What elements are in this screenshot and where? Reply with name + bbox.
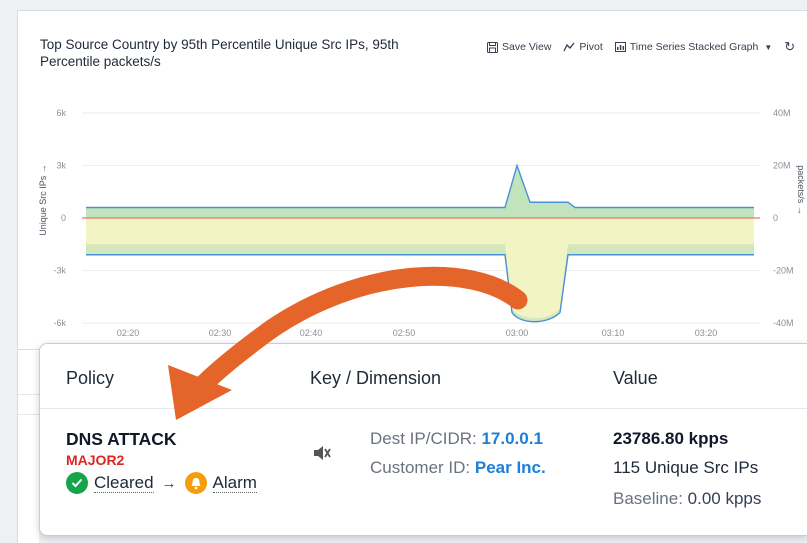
y-left-tick-label: 6k [56,108,66,118]
baseline-value: 0.00 kpps [687,489,762,508]
x-tick-label: 03:20 [695,328,718,338]
y-right-tick-label: 20M [773,161,791,171]
state-transition: Cleared → Alarm [66,472,257,494]
dest-ip-row: Dest IP/CIDR: 17.0.0.1 [370,429,543,449]
bar-chart-icon [614,42,626,52]
chart-toolbar: Save View Pivot Time Series Stacked Grap… [487,38,797,56]
x-tick-label: 02:50 [393,328,416,338]
y-left-tick-label: -6k [53,318,66,328]
chevron-down-icon: ▼ [764,42,773,52]
check-circle-icon [66,472,88,494]
y-right-axis-title: packets/s → [796,165,806,215]
baseline-label: Baseline: [613,489,688,508]
chart-type-dropdown[interactable]: Time Series Stacked Graph ▼ [614,41,773,53]
card-header-row: Policy Key / Dimension Value [40,344,807,409]
x-tick-label: 02:30 [209,328,232,338]
customer-id-link[interactable]: Pear Inc. [475,458,546,477]
policy-column-header: Policy [66,368,115,388]
y-left-tick-label: 3k [56,161,66,171]
y-right-tick-label: -40M [773,318,794,328]
save-view-button[interactable]: Save View [487,41,551,53]
x-tick-label: 02:20 [117,328,140,338]
save-icon [487,41,498,53]
value-column-header: Value [613,368,658,388]
key-dimension-column-header: Key / Dimension [310,368,442,388]
save-view-label: Save View [502,41,552,53]
lower-band-area [86,218,754,322]
alarm-state[interactable]: Alarm [212,473,257,493]
y-left-tick-label: 0 [61,213,66,223]
pivot-button[interactable]: Pivot [563,41,603,53]
y-left-axis-title: Unique Src IPs → [38,164,48,236]
y-right-tick-label: 0 [773,213,778,223]
chart-type-label: Time Series Stacked Graph [629,41,759,53]
severity-label: MAJOR2 [66,452,125,468]
x-tick-label: 03:10 [602,328,625,338]
chart-title: Top Source Country by 95th Percentile Un… [40,37,399,69]
y-right-tick-label: 40M [773,108,791,118]
customer-id-label: Customer ID: [370,458,475,477]
upper-series-line [86,163,754,209]
mute-icon[interactable] [312,443,332,468]
x-tick-label: 03:00 [506,328,529,338]
transition-arrow: → [161,474,177,492]
policy-name[interactable]: DNS ATTACK [66,429,177,450]
y-left-tick-label: -3k [53,266,66,276]
dest-ip-link[interactable]: 17.0.0.1 [481,429,542,448]
y-right-tick-label: -20M [773,266,794,276]
upper-band-area [86,165,754,218]
lower-series-line [86,254,754,323]
baseline-row: Baseline: 0.00 kpps [613,489,761,509]
refresh-icon[interactable]: ↻ [784,39,795,55]
pivot-label: Pivot [579,41,603,53]
background-table-edge [17,350,39,543]
bell-icon [184,472,207,494]
alert-detail-card: Policy Key / Dimension Value DNS ATTACK … [39,343,807,536]
x-tick-label: 02:40 [300,328,323,338]
dest-ip-label: Dest IP/CIDR: [370,429,482,448]
lower-inner-band [86,244,754,322]
value-main: 23786.80 kpps [613,429,729,448]
unique-src-ips: 115 Unique Src IPs [613,458,759,477]
pivot-icon [563,42,575,52]
customer-id-row: Customer ID: Pear Inc. [370,458,546,478]
cleared-state[interactable]: Cleared [94,473,154,493]
